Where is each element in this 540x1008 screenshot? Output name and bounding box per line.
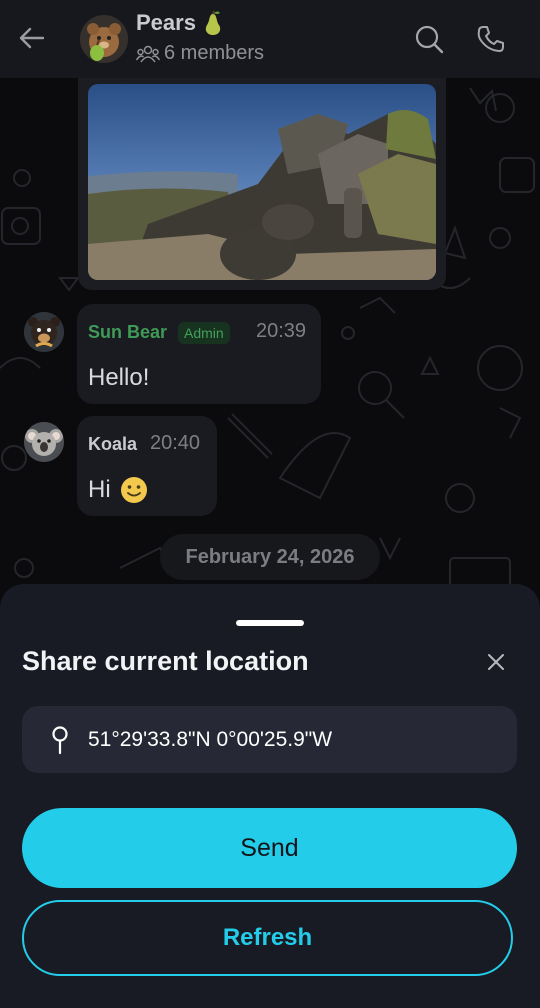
- admin-badge: Admin: [178, 322, 230, 344]
- koala-avatar[interactable]: [24, 422, 64, 462]
- members-count: 6 members: [136, 42, 264, 65]
- message-time: 20:40: [150, 432, 201, 454]
- message-bubble-sun-bear: Sun Bear Admin 20:39 Hello!: [77, 304, 321, 404]
- sheet-drag-handle[interactable]: [236, 620, 304, 626]
- coordinates-field: 51°29'33.8"N 0°00'25.9"W: [22, 706, 517, 773]
- group-avatar[interactable]: [80, 15, 128, 63]
- slightly-smiling-face-icon: [121, 477, 147, 503]
- sheet-title: Share current location: [22, 646, 309, 676]
- coordinates-value: 51°29'33.8"N 0°00'25.9"W: [88, 727, 333, 751]
- members-icon: [136, 45, 160, 62]
- sender-name[interactable]: Sun Bear: [88, 322, 167, 343]
- date-separator: February 24, 2026: [160, 534, 380, 580]
- chat-header: Pears 6 members: [0, 0, 540, 78]
- location-pin-icon: [52, 725, 68, 754]
- group-title[interactable]: Pears: [136, 10, 224, 36]
- members-label: 6 members: [164, 42, 265, 64]
- pear-emoji-icon: [205, 10, 221, 35]
- refresh-button[interactable]: Refresh: [22, 900, 513, 976]
- close-icon[interactable]: [484, 650, 508, 674]
- message-text: Hello!: [88, 364, 150, 391]
- message-bubble-koala: Koala 20:40 Hi: [77, 416, 217, 516]
- phone-call-icon[interactable]: [474, 22, 508, 56]
- search-icon[interactable]: [412, 22, 446, 56]
- sun-bear-avatar[interactable]: [24, 312, 64, 352]
- landscape-photo[interactable]: [88, 84, 436, 280]
- send-button[interactable]: Send: [22, 808, 517, 888]
- sender-name[interactable]: Koala: [88, 434, 137, 455]
- message-time: 20:39: [256, 320, 307, 342]
- message-text: Hi: [88, 476, 111, 503]
- group-name: Pears: [136, 10, 196, 35]
- back-arrow-icon[interactable]: [18, 24, 46, 52]
